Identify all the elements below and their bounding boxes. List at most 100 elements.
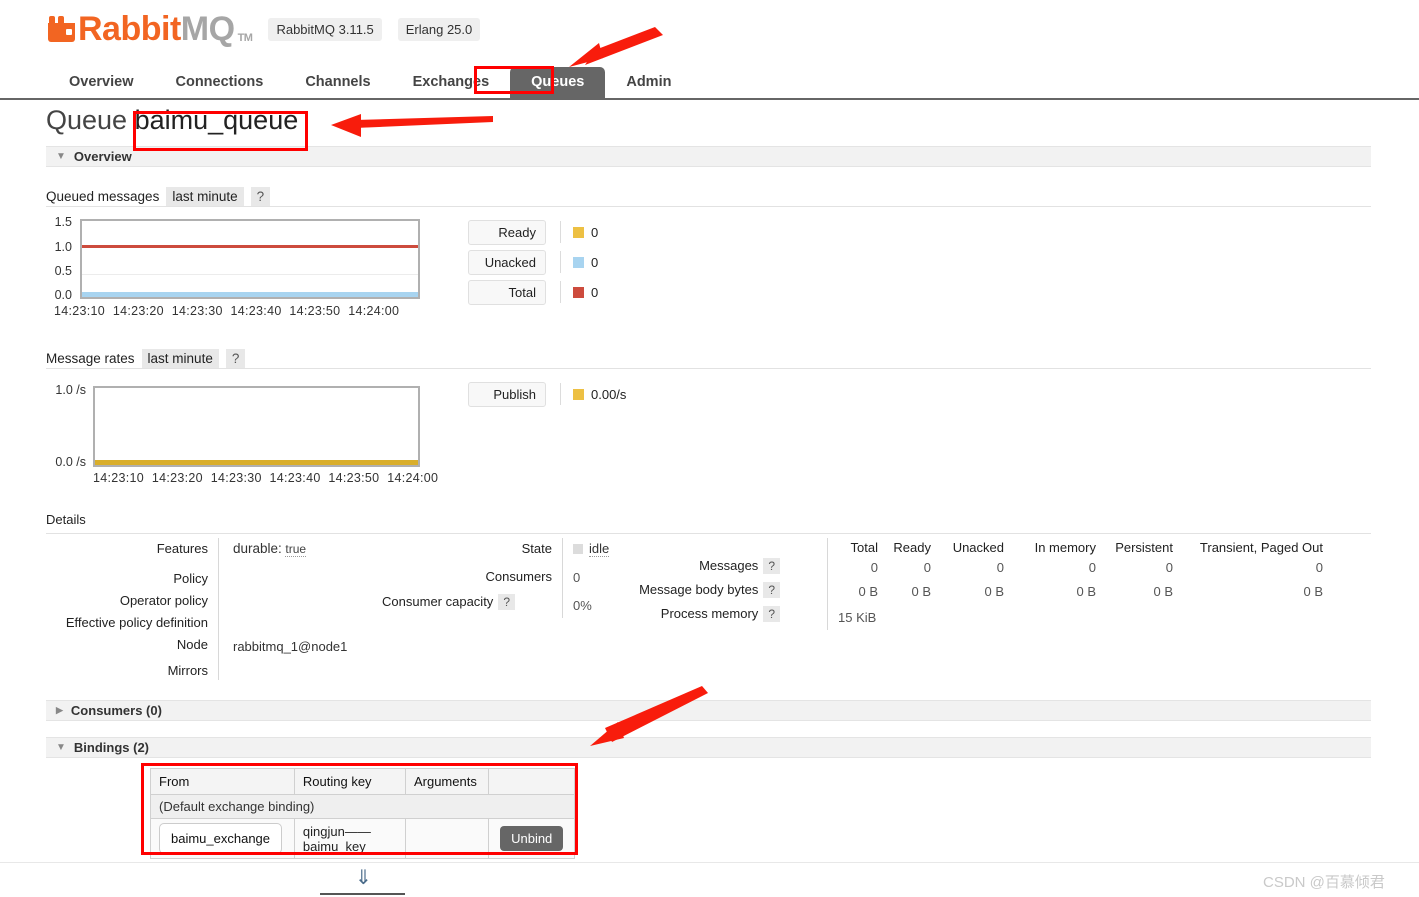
divider-queued-messages (46, 206, 1371, 207)
stats-col-transient-paged-out: Transient, Paged Out (1199, 540, 1323, 555)
stats-bytes-ready: 0 B (911, 584, 931, 599)
legend-button-ready[interactable]: Ready (468, 219, 546, 245)
rabbitmq-management-page: Rabbit MQ TM RabbitMQ 3.11.5 Erlang 25.0 O… (0, 0, 1419, 897)
binding-arguments-cell (404, 818, 490, 859)
logo-trademark: TM (237, 32, 253, 44)
tab-connections[interactable]: Connections (155, 67, 285, 99)
unbind-button[interactable]: Unbind (500, 826, 564, 851)
section-bindings-label: Bindings (2) (73, 740, 150, 755)
logo-text-mq: MQ (180, 10, 235, 48)
legend-swatch-total (573, 286, 584, 298)
queued-messages-help-icon[interactable]: ? (250, 187, 271, 206)
rates-xtick-4: 14:23:50 (328, 471, 380, 485)
legend-value-publish: 0.00/s (591, 386, 627, 402)
queued-messages-label: Queued messages (46, 189, 160, 204)
page-title-prefix: Queue (46, 105, 128, 135)
messages-text: Messages (699, 558, 759, 573)
rates-ytick-bottom: 0.0 /s (55, 455, 86, 469)
rabbitmq-version-badge: RabbitMQ 3.11.5 (268, 17, 382, 41)
legend-button-total[interactable]: Total (468, 279, 546, 305)
page-title: Queue baimu_queue (46, 105, 298, 136)
bindings-table: From Routing key Arguments (Default exch… (150, 768, 575, 859)
stats-bytes-transient: 0 B (1303, 584, 1323, 599)
legend-value-total: 0 (591, 284, 599, 300)
details-heading: Details (46, 512, 86, 527)
legend-button-publish[interactable]: Publish (468, 381, 546, 407)
bindings-col-routing-key[interactable]: Routing key (293, 768, 406, 795)
erlang-version-badge: Erlang 25.0 (397, 17, 481, 41)
stats-messages-transient: 0 (1315, 560, 1323, 575)
divider-message-rates (46, 368, 1371, 369)
tab-admin[interactable]: Admin (605, 67, 692, 99)
table-row: baimu_exchange qingjun——baimu_key Unbind (150, 818, 575, 859)
legend-row-unacked: Unacked 0 (468, 249, 598, 275)
stats-process-memory-value: 15 KiB (838, 610, 877, 625)
caret-down-icon: ▼ (56, 741, 66, 753)
stats-col-unacked: Unacked (952, 540, 1004, 555)
message-rates-plot-area (93, 386, 420, 467)
details-value-consumer-capacity: 0% (573, 598, 592, 613)
tab-queues[interactable]: Queues (510, 66, 606, 98)
rates-ytick-top: 1.0 /s (55, 383, 86, 397)
details-label-mirrors: Mirrors (167, 663, 208, 678)
binding-from-exchange-link[interactable]: baimu_exchange (159, 823, 283, 854)
rabbitmq-logo[interactable]: Rabbit MQ TM (48, 10, 253, 48)
section-consumers-header[interactable]: ▶ Consumers (0) (46, 700, 1371, 721)
features-value: true (285, 542, 307, 557)
message-rates-legend: Publish 0.00/s (468, 381, 627, 412)
legend-button-unacked[interactable]: Unacked (468, 249, 546, 275)
down-arrow-icon: ⇓ (355, 867, 372, 889)
queued-xtick-3: 14:23:40 (230, 304, 282, 318)
details-value-consumers: 0 (573, 570, 581, 585)
legend-swatch-ready (573, 226, 584, 238)
message-rates-period[interactable]: last minute (141, 349, 219, 368)
details-value-features: durable: true (233, 541, 307, 557)
queued-series-total (82, 245, 418, 248)
binding-from-cell: baimu_exchange (150, 818, 295, 859)
queued-ytick-0.5: 0.5 (54, 264, 72, 278)
annotation-arrow-to-queue-name (331, 114, 493, 137)
rates-xtick-5: 14:24:00 (387, 471, 439, 485)
queued-xtick-2: 14:23:30 (171, 304, 223, 318)
queued-messages-header: Queued messages last minute ? (46, 187, 271, 206)
queued-xtick-1: 14:23:20 (112, 304, 164, 318)
bindings-default-row: (Default exchange binding) (150, 794, 575, 819)
details-value-node: rabbitmq_1@node1 (233, 639, 348, 654)
legend-swatch-publish (573, 388, 584, 400)
bindings-col-from[interactable]: From (150, 768, 295, 795)
features-key: durable: (233, 541, 282, 556)
section-bindings-header[interactable]: ▼ Bindings (2) (46, 737, 1371, 758)
tab-channels[interactable]: Channels (284, 67, 391, 99)
tab-exchanges[interactable]: Exchanges (392, 67, 511, 99)
divider-details (46, 533, 1371, 534)
rates-xtick-1: 14:23:20 (151, 471, 203, 485)
details-label-consumers: Consumers (485, 569, 552, 584)
queued-xtick-4: 14:23:50 (289, 304, 341, 318)
queued-messages-period[interactable]: last minute (166, 187, 244, 206)
message-rates-help-icon[interactable]: ? (225, 349, 246, 368)
message-body-bytes-text: Message body bytes (639, 582, 759, 597)
rates-xtick-3: 14:23:40 (269, 471, 321, 485)
legend-row-publish: Publish 0.00/s (468, 381, 627, 407)
stats-bytes-in-memory: 0 B (1076, 584, 1096, 599)
csdn-watermark: CSDN @百慕倾君 (1263, 874, 1385, 891)
queued-messages-plot-area (80, 219, 420, 299)
message-body-bytes-help-icon[interactable]: ? (763, 582, 780, 598)
section-consumers-label: Consumers (0) (70, 703, 162, 718)
details-divider-mid (562, 538, 563, 618)
footer-rule (320, 893, 405, 895)
messages-help-icon[interactable]: ? (763, 558, 780, 574)
details-label-policy: Policy (173, 571, 208, 586)
details-label-node: Node (176, 637, 208, 652)
bindings-col-arguments[interactable]: Arguments (404, 768, 490, 795)
details-divider-left (218, 538, 219, 680)
app-header: Rabbit MQ TM RabbitMQ 3.11.5 Erlang 25.0 (48, 6, 481, 52)
section-overview-header[interactable]: ▼ Overview (46, 146, 1371, 167)
binding-action-cell: Unbind (488, 818, 575, 859)
tab-overview[interactable]: Overview (48, 67, 155, 99)
stats-messages-ready: 0 (923, 560, 931, 575)
rates-xtick-0: 14:23:10 (93, 471, 145, 485)
process-memory-help-icon[interactable]: ? (763, 606, 780, 622)
consumer-capacity-help-icon[interactable]: ? (498, 594, 515, 610)
bindings-col-actions (488, 768, 575, 795)
